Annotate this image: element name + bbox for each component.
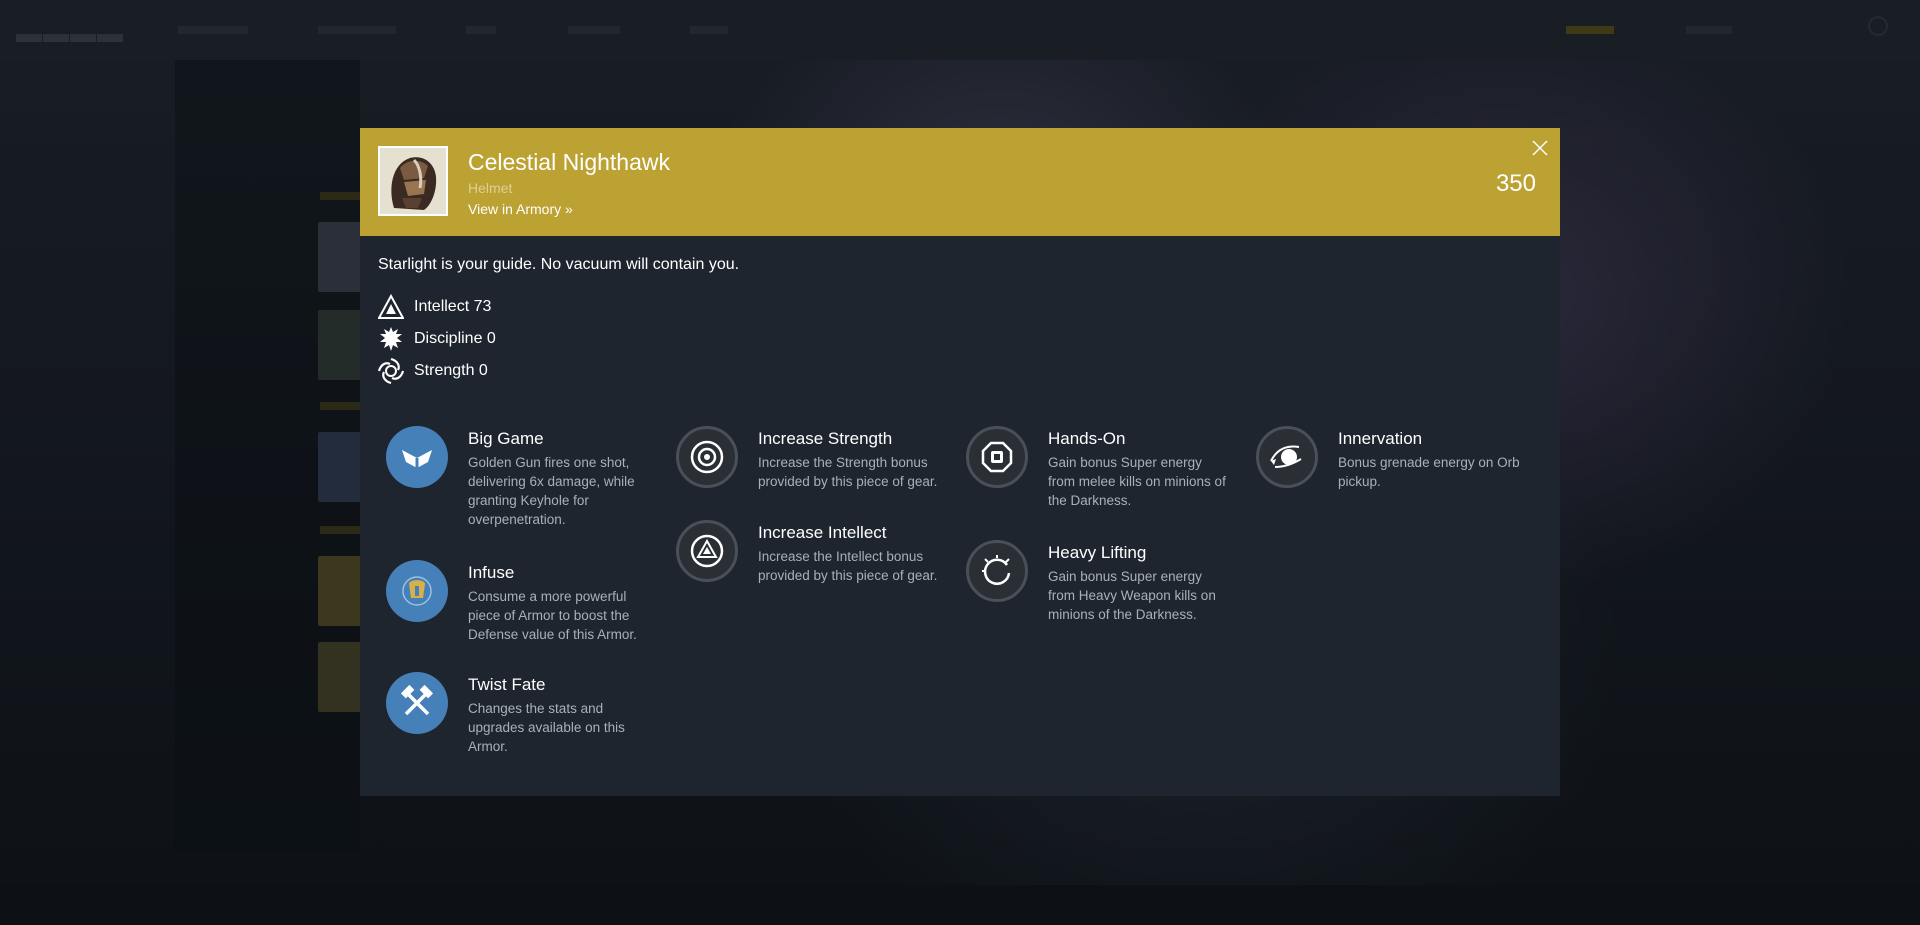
stat-strength: Strength 0 [378, 358, 488, 384]
perk-description: Gain bonus Super energy from melee kills… [1048, 455, 1226, 508]
stat-discipline: Discipline 0 [378, 326, 496, 352]
perk-description: Gain bonus Super energy from Heavy Weapo… [1048, 569, 1216, 622]
discipline-icon [380, 327, 402, 351]
perk-description: Increase the Strength bonus provided by … [758, 455, 938, 489]
close-icon[interactable] [1532, 140, 1548, 156]
perk-description: Bonus grenade energy on Orb pickup. [1338, 455, 1520, 489]
perk-title: Infuse [468, 563, 515, 582]
heavy-lifting-icon [966, 540, 1028, 602]
helmet-icon [378, 146, 448, 216]
view-in-armory-link[interactable]: View in Armory » [468, 201, 573, 217]
stat-label: Discipline 0 [414, 330, 496, 347]
perk-description: Golden Gun fires one shot, delivering 6x… [468, 455, 635, 527]
perk-title: Increase Strength [758, 429, 893, 448]
perk-title: Hands-On [1048, 429, 1126, 448]
intellect-upgrade-icon [676, 520, 738, 582]
item-type: Helmet [468, 180, 513, 196]
big-game-icon [386, 426, 448, 488]
perk-description: Changes the stats and upgrades available… [468, 701, 625, 754]
item-power: 350 [1495, 170, 1536, 197]
crossed-hammers-icon [386, 672, 448, 734]
stat-label: Strength 0 [414, 362, 488, 379]
perk-title: Innervation [1338, 429, 1423, 448]
perk-description: Increase the Intellect bonus provided by… [758, 549, 938, 583]
strength-upgrade-icon [676, 426, 738, 488]
perk-title: Twist Fate [468, 675, 546, 694]
perk-title: Big Game [468, 429, 544, 448]
innervation-icon [1256, 426, 1318, 488]
item-description: Starlight is your guide. No vacuum will … [378, 256, 740, 273]
hands-on-icon [966, 426, 1028, 488]
intellect-icon [378, 294, 404, 319]
perk-title: Increase Intellect [758, 523, 887, 542]
strength-icon [378, 358, 404, 384]
item-detail-modal: Celestial Nighthawk Helmet View in Armor… [360, 128, 1560, 796]
perk-description: Consume a more powerful piece of Armor t… [468, 589, 637, 642]
perk-title: Heavy Lifting [1048, 543, 1147, 562]
item-header: Celestial Nighthawk Helmet View in Armor… [360, 128, 1560, 236]
item-name: Celestial Nighthawk [468, 149, 670, 175]
infuse-icon [386, 560, 448, 622]
stat-label: Intellect 73 [414, 298, 492, 315]
stat-intellect: Intellect 73 [378, 294, 491, 320]
